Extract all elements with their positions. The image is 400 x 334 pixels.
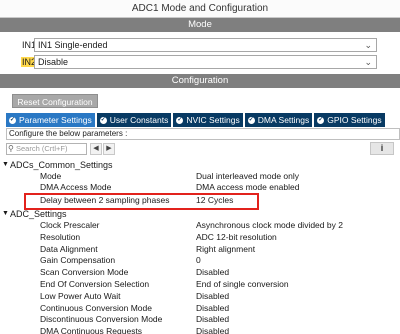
param-name: Continuous Conversion Mode (40, 303, 152, 313)
param-value: Right alignment (196, 244, 256, 254)
param-row[interactable]: Scan Conversion Mode Disabled (0, 267, 400, 278)
search-placeholder: Search (Crtl+F) (16, 144, 68, 153)
in1-select-value: IN1 Single-ended (38, 40, 108, 50)
param-name: End Of Conversion Selection (40, 279, 150, 289)
tab-label: DMA Settings (257, 115, 310, 125)
param-name: DMA Access Mode (40, 182, 112, 192)
param-name: DMA Continuous Requests (40, 326, 143, 334)
tab-dma-settings[interactable]: ✓ DMA Settings (244, 113, 313, 127)
check-icon: ✓ (247, 116, 255, 124)
param-name: Mode (40, 171, 62, 181)
param-row[interactable]: DMA Access Mode DMA access mode enabled (0, 182, 400, 193)
tab-parameter-settings[interactable]: ✓ Parameter Settings (6, 113, 95, 127)
collapse-arrow-icon[interactable]: ▼ (2, 208, 9, 220)
param-row[interactable]: Clock Prescaler Asynchronous clock mode … (0, 220, 400, 231)
check-icon: ✓ (317, 116, 325, 124)
param-value: Disabled (196, 303, 230, 313)
tab-label: NVIC Settings (186, 115, 240, 125)
param-name: Discontinuous Conversion Mode (40, 314, 163, 324)
param-value: ADC 12-bit resolution (196, 232, 277, 242)
search-icon: ⚲ (8, 144, 14, 153)
delay-highlight-box (24, 193, 259, 210)
search-next-button[interactable]: ▶ (103, 143, 115, 155)
tab-nvic-settings[interactable]: ✓ NVIC Settings (173, 113, 243, 127)
reset-configuration-button[interactable]: Reset Configuration (12, 94, 98, 108)
collapse-arrow-icon[interactable]: ▼ (2, 159, 9, 171)
search-row: ⚲ Search (Crtl+F) ◀ ▶ i (6, 142, 400, 156)
param-value: Disabled (196, 291, 230, 301)
param-row[interactable]: Low Power Auto Wait Disabled (0, 291, 400, 302)
param-value: Disabled (196, 326, 230, 334)
param-value: Disabled (196, 267, 230, 277)
mode-row-in2: IN2 Disable ⌄ (0, 54, 400, 71)
param-name: Resolution (40, 232, 81, 242)
param-value: End of single conversion (196, 279, 289, 289)
configuration-section-header: Configuration (0, 74, 400, 88)
configure-hint: Configure the below parameters : (6, 128, 400, 140)
param-value: DMA access mode enabled (196, 182, 300, 192)
param-name: Low Power Auto Wait (40, 291, 121, 301)
in2-select-value: Disable (38, 57, 69, 67)
check-icon: ✓ (99, 116, 107, 124)
param-name: Clock Prescaler (40, 220, 100, 230)
param-row[interactable]: Continuous Conversion Mode Disabled (0, 303, 400, 314)
param-value: 0 (196, 255, 201, 265)
group-adcs-common-settings[interactable]: ▼ ADCs_Common_Settings (0, 159, 400, 171)
param-row[interactable]: DMA Continuous Requests Disabled (0, 326, 400, 334)
param-value: Dual interleaved mode only (196, 171, 300, 181)
param-name: Gain Compensation (40, 255, 116, 265)
in2-select[interactable]: Disable ⌄ (34, 55, 377, 69)
search-input[interactable]: ⚲ Search (Crtl+F) (6, 143, 87, 155)
check-icon: ✓ (176, 116, 184, 124)
window-title: ADC1 Mode and Configuration (0, 0, 400, 18)
info-button[interactable]: i (370, 142, 394, 155)
settings-tabs: ✓ Parameter Settings ✓ User Constants ✓ … (6, 113, 400, 127)
param-row[interactable]: Gain Compensation 0 (0, 255, 400, 266)
info-icon: i (380, 143, 384, 153)
param-value: Disabled (196, 314, 230, 324)
tab-label: Parameter Settings (19, 115, 92, 125)
check-icon: ✓ (9, 116, 16, 124)
param-name: Data Alignment (40, 244, 98, 254)
in1-select[interactable]: IN1 Single-ended ⌄ (34, 38, 377, 52)
mode-row-in1: IN1 IN1 Single-ended ⌄ (0, 37, 400, 54)
chevron-down-icon: ⌄ (364, 57, 372, 67)
param-value: Asynchronous clock mode divided by 2 (196, 220, 343, 230)
param-row[interactable]: End Of Conversion Selection End of singl… (0, 279, 400, 290)
chevron-down-icon: ⌄ (364, 40, 372, 50)
param-row[interactable]: Mode Dual interleaved mode only (0, 171, 400, 182)
param-row[interactable]: Discontinuous Conversion Mode Disabled (0, 314, 400, 325)
mode-section-header: Mode (0, 18, 400, 32)
group-name: ADCs_Common_Settings (10, 160, 113, 170)
param-name: Scan Conversion Mode (40, 267, 129, 277)
param-row[interactable]: Data Alignment Right alignment (0, 244, 400, 255)
tab-label: GPIO Settings (327, 115, 382, 125)
tab-user-constants[interactable]: ✓ User Constants (96, 113, 172, 127)
search-previous-button[interactable]: ◀ (90, 143, 102, 155)
tab-gpio-settings[interactable]: ✓ GPIO Settings (314, 113, 385, 127)
param-row[interactable]: Resolution ADC 12-bit resolution (0, 232, 400, 243)
tab-label: User Constants (109, 115, 169, 125)
